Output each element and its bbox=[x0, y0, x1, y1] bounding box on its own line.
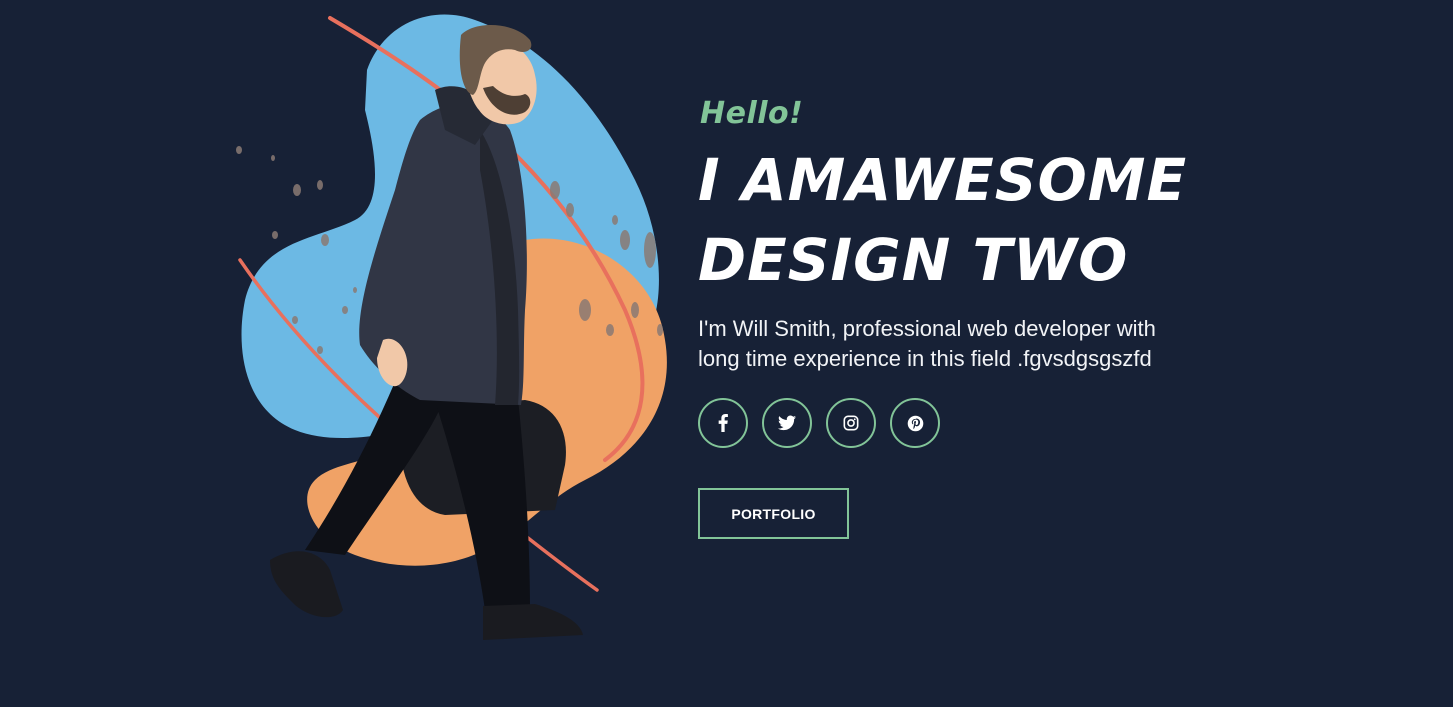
social-links bbox=[698, 398, 1298, 448]
instagram-link[interactable] bbox=[826, 398, 876, 448]
pinterest-link[interactable] bbox=[890, 398, 940, 448]
headline-line-2: DESIGN TWO bbox=[698, 226, 1129, 294]
bio-text: I'm Will Smith, professional web develop… bbox=[698, 316, 1156, 371]
headline-line-1: I AMAWESOME bbox=[698, 146, 1188, 214]
back-shoe bbox=[270, 551, 343, 618]
hero-headline: I AMAWESOME DESIGN TWO bbox=[698, 140, 1298, 300]
instagram-icon bbox=[843, 415, 859, 431]
facebook-link[interactable] bbox=[698, 398, 748, 448]
front-shoe bbox=[483, 604, 583, 640]
hero-illustration bbox=[225, 10, 680, 650]
facebook-icon bbox=[718, 414, 728, 432]
twitter-icon bbox=[778, 415, 796, 431]
greeting-text: Hello! bbox=[700, 96, 804, 131]
pinterest-icon bbox=[907, 415, 923, 431]
portfolio-button[interactable]: PORTFOLIO bbox=[698, 488, 849, 539]
hero-section: Hello! I AMAWESOME DESIGN TWO I'm Will S… bbox=[0, 0, 1453, 707]
hero-content: Hello! I AMAWESOME DESIGN TWO I'm Will S… bbox=[698, 96, 1298, 539]
twitter-link[interactable] bbox=[762, 398, 812, 448]
